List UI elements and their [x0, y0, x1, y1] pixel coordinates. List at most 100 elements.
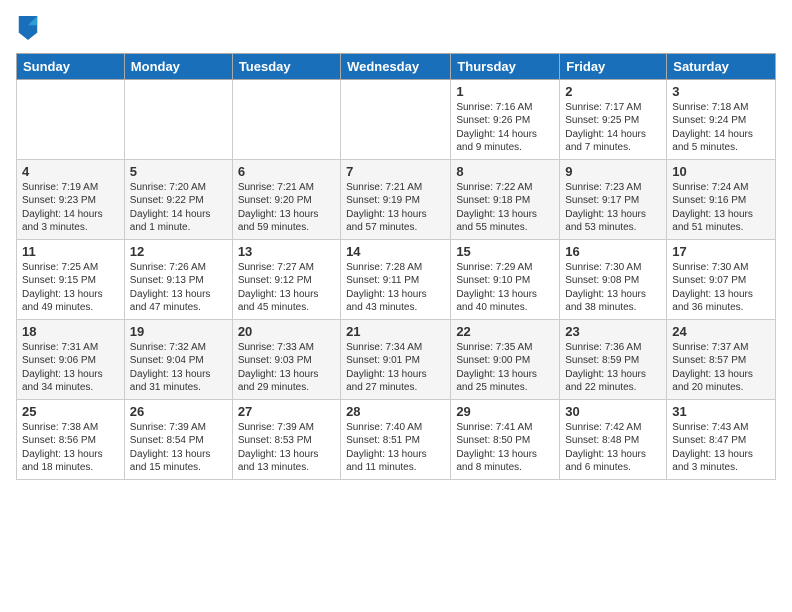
calendar-day-cell: 24 Sunrise: 7:37 AM Sunset: 8:57 PM Dayli… [667, 319, 776, 399]
calendar-day-cell: 30Sunrise: 7:42 AM Sunset: 8:48 PM Dayli… [560, 399, 667, 479]
day-info: Sunrise: 7:40 AM Sunset: 8:51 PM Dayligh… [346, 421, 445, 475]
calendar-day-cell: 11 Sunrise: 7:25 AM Sunset: 9:15 PM Dayli… [17, 239, 125, 319]
day-info: Sunrise: 7:20 AM Sunset: 9:22 PM Dayligh… [130, 181, 227, 235]
calendar-day-cell: 28 Sunrise: 7:40 AM Sunset: 8:51 PM Dayli… [341, 399, 451, 479]
day-number: 31 [672, 404, 770, 419]
day-info: Sunrise: 7:36 AM Sunset: 8:59 PM Dayligh… [565, 341, 661, 395]
day-info: Sunrise: 7:17 AM Sunset: 9:25 PM Dayligh… [565, 101, 661, 155]
calendar-header-cell: Monday [124, 53, 232, 79]
calendar-day-cell: 29 Sunrise: 7:41 AM Sunset: 8:50 PM Dayli… [451, 399, 560, 479]
day-number: 20 [238, 324, 335, 339]
calendar-day-cell: 31 Sunrise: 7:43 AM Sunset: 8:47 PM Dayli… [667, 399, 776, 479]
day-number: 11 [22, 244, 119, 259]
day-number: 27 [238, 404, 335, 419]
logo [16, 16, 40, 45]
day-number: 7 [346, 164, 445, 179]
day-info: Sunrise: 7:31 AM Sunset: 9:06 PM Dayligh… [22, 341, 119, 395]
calendar-table: SundayMondayTuesdayWednesdayThursdayFrid… [16, 53, 776, 480]
calendar-header-cell: Thursday [451, 53, 560, 79]
day-info: Sunrise: 7:16 AM Sunset: 9:26 PM Dayligh… [456, 101, 554, 155]
day-info: Sunrise: 7:34 AM Sunset: 9:01 PM Dayligh… [346, 341, 445, 395]
calendar-day-cell: 18Sunrise: 7:31 AM Sunset: 9:06 PM Dayli… [17, 319, 125, 399]
calendar-header-cell: Tuesday [232, 53, 340, 79]
calendar-day-cell: 27 Sunrise: 7:39 AM Sunset: 8:53 PM Dayli… [232, 399, 340, 479]
calendar-day-cell: 9 Sunrise: 7:23 AM Sunset: 9:17 PM Daylig… [560, 159, 667, 239]
day-info: Sunrise: 7:22 AM Sunset: 9:18 PM Dayligh… [456, 181, 554, 235]
calendar-header-cell: Saturday [667, 53, 776, 79]
day-info: Sunrise: 7:21 AM Sunset: 9:20 PM Dayligh… [238, 181, 335, 235]
calendar-day-cell: 15 Sunrise: 7:29 AM Sunset: 9:10 PM Dayli… [451, 239, 560, 319]
calendar-week-row: 11 Sunrise: 7:25 AM Sunset: 9:15 PM Dayli… [17, 239, 776, 319]
calendar-week-row: 1 Sunrise: 7:16 AM Sunset: 9:26 PM Daylig… [17, 79, 776, 159]
day-number: 26 [130, 404, 227, 419]
day-info: Sunrise: 7:41 AM Sunset: 8:50 PM Dayligh… [456, 421, 554, 475]
calendar-day-cell: 14 Sunrise: 7:28 AM Sunset: 9:11 PM Dayli… [341, 239, 451, 319]
day-number: 14 [346, 244, 445, 259]
day-info: Sunrise: 7:18 AM Sunset: 9:24 PM Dayligh… [672, 101, 770, 155]
calendar-day-cell: 7 Sunrise: 7:21 AM Sunset: 9:19 PM Daylig… [341, 159, 451, 239]
calendar-day-cell: 17Sunrise: 7:30 AM Sunset: 9:07 PM Dayli… [667, 239, 776, 319]
day-number: 4 [22, 164, 119, 179]
day-number: 23 [565, 324, 661, 339]
day-number: 12 [130, 244, 227, 259]
day-number: 8 [456, 164, 554, 179]
day-number: 28 [346, 404, 445, 419]
day-info: Sunrise: 7:30 AM Sunset: 9:08 PM Dayligh… [565, 261, 661, 315]
calendar-day-cell: 19Sunrise: 7:32 AM Sunset: 9:04 PM Dayli… [124, 319, 232, 399]
day-number: 21 [346, 324, 445, 339]
calendar-day-cell: 22 Sunrise: 7:35 AM Sunset: 9:00 PM Dayli… [451, 319, 560, 399]
day-number: 9 [565, 164, 661, 179]
calendar-header-cell: Wednesday [341, 53, 451, 79]
day-number: 1 [456, 84, 554, 99]
calendar-day-cell [232, 79, 340, 159]
day-number: 29 [456, 404, 554, 419]
calendar-day-cell [341, 79, 451, 159]
calendar-week-row: 18Sunrise: 7:31 AM Sunset: 9:06 PM Dayli… [17, 319, 776, 399]
calendar-day-cell: 13Sunrise: 7:27 AM Sunset: 9:12 PM Dayli… [232, 239, 340, 319]
day-number: 19 [130, 324, 227, 339]
day-number: 15 [456, 244, 554, 259]
calendar-day-cell: 21 Sunrise: 7:34 AM Sunset: 9:01 PM Dayli… [341, 319, 451, 399]
calendar-header-cell: Friday [560, 53, 667, 79]
day-number: 2 [565, 84, 661, 99]
calendar-day-cell: 1 Sunrise: 7:16 AM Sunset: 9:26 PM Daylig… [451, 79, 560, 159]
day-number: 16 [565, 244, 661, 259]
day-number: 5 [130, 164, 227, 179]
page-header [16, 16, 776, 45]
calendar-day-cell: 3 Sunrise: 7:18 AM Sunset: 9:24 PM Daylig… [667, 79, 776, 159]
day-info: Sunrise: 7:24 AM Sunset: 9:16 PM Dayligh… [672, 181, 770, 235]
day-info: Sunrise: 7:25 AM Sunset: 9:15 PM Dayligh… [22, 261, 119, 315]
calendar-day-cell: 5 Sunrise: 7:20 AM Sunset: 9:22 PM Daylig… [124, 159, 232, 239]
day-number: 3 [672, 84, 770, 99]
day-number: 6 [238, 164, 335, 179]
day-info: Sunrise: 7:23 AM Sunset: 9:17 PM Dayligh… [565, 181, 661, 235]
calendar-header-row: SundayMondayTuesdayWednesdayThursdayFrid… [17, 53, 776, 79]
day-info: Sunrise: 7:30 AM Sunset: 9:07 PM Dayligh… [672, 261, 770, 315]
day-info: Sunrise: 7:43 AM Sunset: 8:47 PM Dayligh… [672, 421, 770, 475]
day-number: 13 [238, 244, 335, 259]
calendar-day-cell: 16 Sunrise: 7:30 AM Sunset: 9:08 PM Dayli… [560, 239, 667, 319]
day-number: 10 [672, 164, 770, 179]
calendar-day-cell: 20 Sunrise: 7:33 AM Sunset: 9:03 PM Dayli… [232, 319, 340, 399]
calendar-day-cell: 23 Sunrise: 7:36 AM Sunset: 8:59 PM Dayli… [560, 319, 667, 399]
calendar-day-cell: 25Sunrise: 7:38 AM Sunset: 8:56 PM Dayli… [17, 399, 125, 479]
day-info: Sunrise: 7:19 AM Sunset: 9:23 PM Dayligh… [22, 181, 119, 235]
logo-icon [18, 16, 38, 40]
day-number: 22 [456, 324, 554, 339]
calendar-day-cell: 12Sunrise: 7:26 AM Sunset: 9:13 PM Dayli… [124, 239, 232, 319]
day-info: Sunrise: 7:28 AM Sunset: 9:11 PM Dayligh… [346, 261, 445, 315]
day-info: Sunrise: 7:38 AM Sunset: 8:56 PM Dayligh… [22, 421, 119, 475]
day-info: Sunrise: 7:29 AM Sunset: 9:10 PM Dayligh… [456, 261, 554, 315]
calendar-day-cell: 2 Sunrise: 7:17 AM Sunset: 9:25 PM Daylig… [560, 79, 667, 159]
calendar-day-cell [17, 79, 125, 159]
day-info: Sunrise: 7:21 AM Sunset: 9:19 PM Dayligh… [346, 181, 445, 235]
day-number: 24 [672, 324, 770, 339]
calendar-week-row: 4 Sunrise: 7:19 AM Sunset: 9:23 PM Daylig… [17, 159, 776, 239]
calendar-day-cell [124, 79, 232, 159]
calendar-day-cell: 8 Sunrise: 7:22 AM Sunset: 9:18 PM Daylig… [451, 159, 560, 239]
day-info: Sunrise: 7:35 AM Sunset: 9:00 PM Dayligh… [456, 341, 554, 395]
calendar-week-row: 25Sunrise: 7:38 AM Sunset: 8:56 PM Dayli… [17, 399, 776, 479]
day-info: Sunrise: 7:33 AM Sunset: 9:03 PM Dayligh… [238, 341, 335, 395]
day-info: Sunrise: 7:39 AM Sunset: 8:53 PM Dayligh… [238, 421, 335, 475]
day-info: Sunrise: 7:37 AM Sunset: 8:57 PM Dayligh… [672, 341, 770, 395]
